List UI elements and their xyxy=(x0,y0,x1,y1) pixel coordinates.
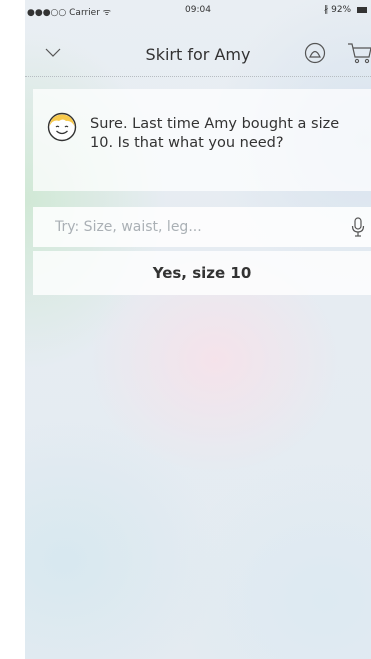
status-battery: ∦ 92% xyxy=(324,5,367,15)
microphone-icon[interactable] xyxy=(351,217,365,237)
battery-icon xyxy=(357,6,367,13)
bluetooth-icon: ∦ xyxy=(323,5,329,15)
bot-icon[interactable] xyxy=(304,42,326,64)
status-time: 09:04 xyxy=(185,5,211,15)
status-bar: ●●●○○ Carrier ᯤ 09:04 ∦ 92% xyxy=(25,0,371,20)
smiley-avatar-icon xyxy=(47,112,77,142)
chat-message-text: Sure. Last time Amy bought a size 10. Is… xyxy=(90,116,340,151)
search-input[interactable] xyxy=(33,207,333,247)
cart-icon[interactable] xyxy=(347,42,371,64)
battery-percent: 92% xyxy=(331,5,352,15)
phone-screen: ●●●○○ Carrier ᯤ 09:04 ∦ 92% Skirt for Am… xyxy=(25,0,371,659)
chat-message-card: Sure. Last time Amy bought a size 10. Is… xyxy=(33,89,371,191)
search-bar xyxy=(33,207,371,247)
nav-bar: Skirt for Amy xyxy=(25,20,371,77)
suggestion-button[interactable]: Yes, size 10 xyxy=(33,251,371,295)
